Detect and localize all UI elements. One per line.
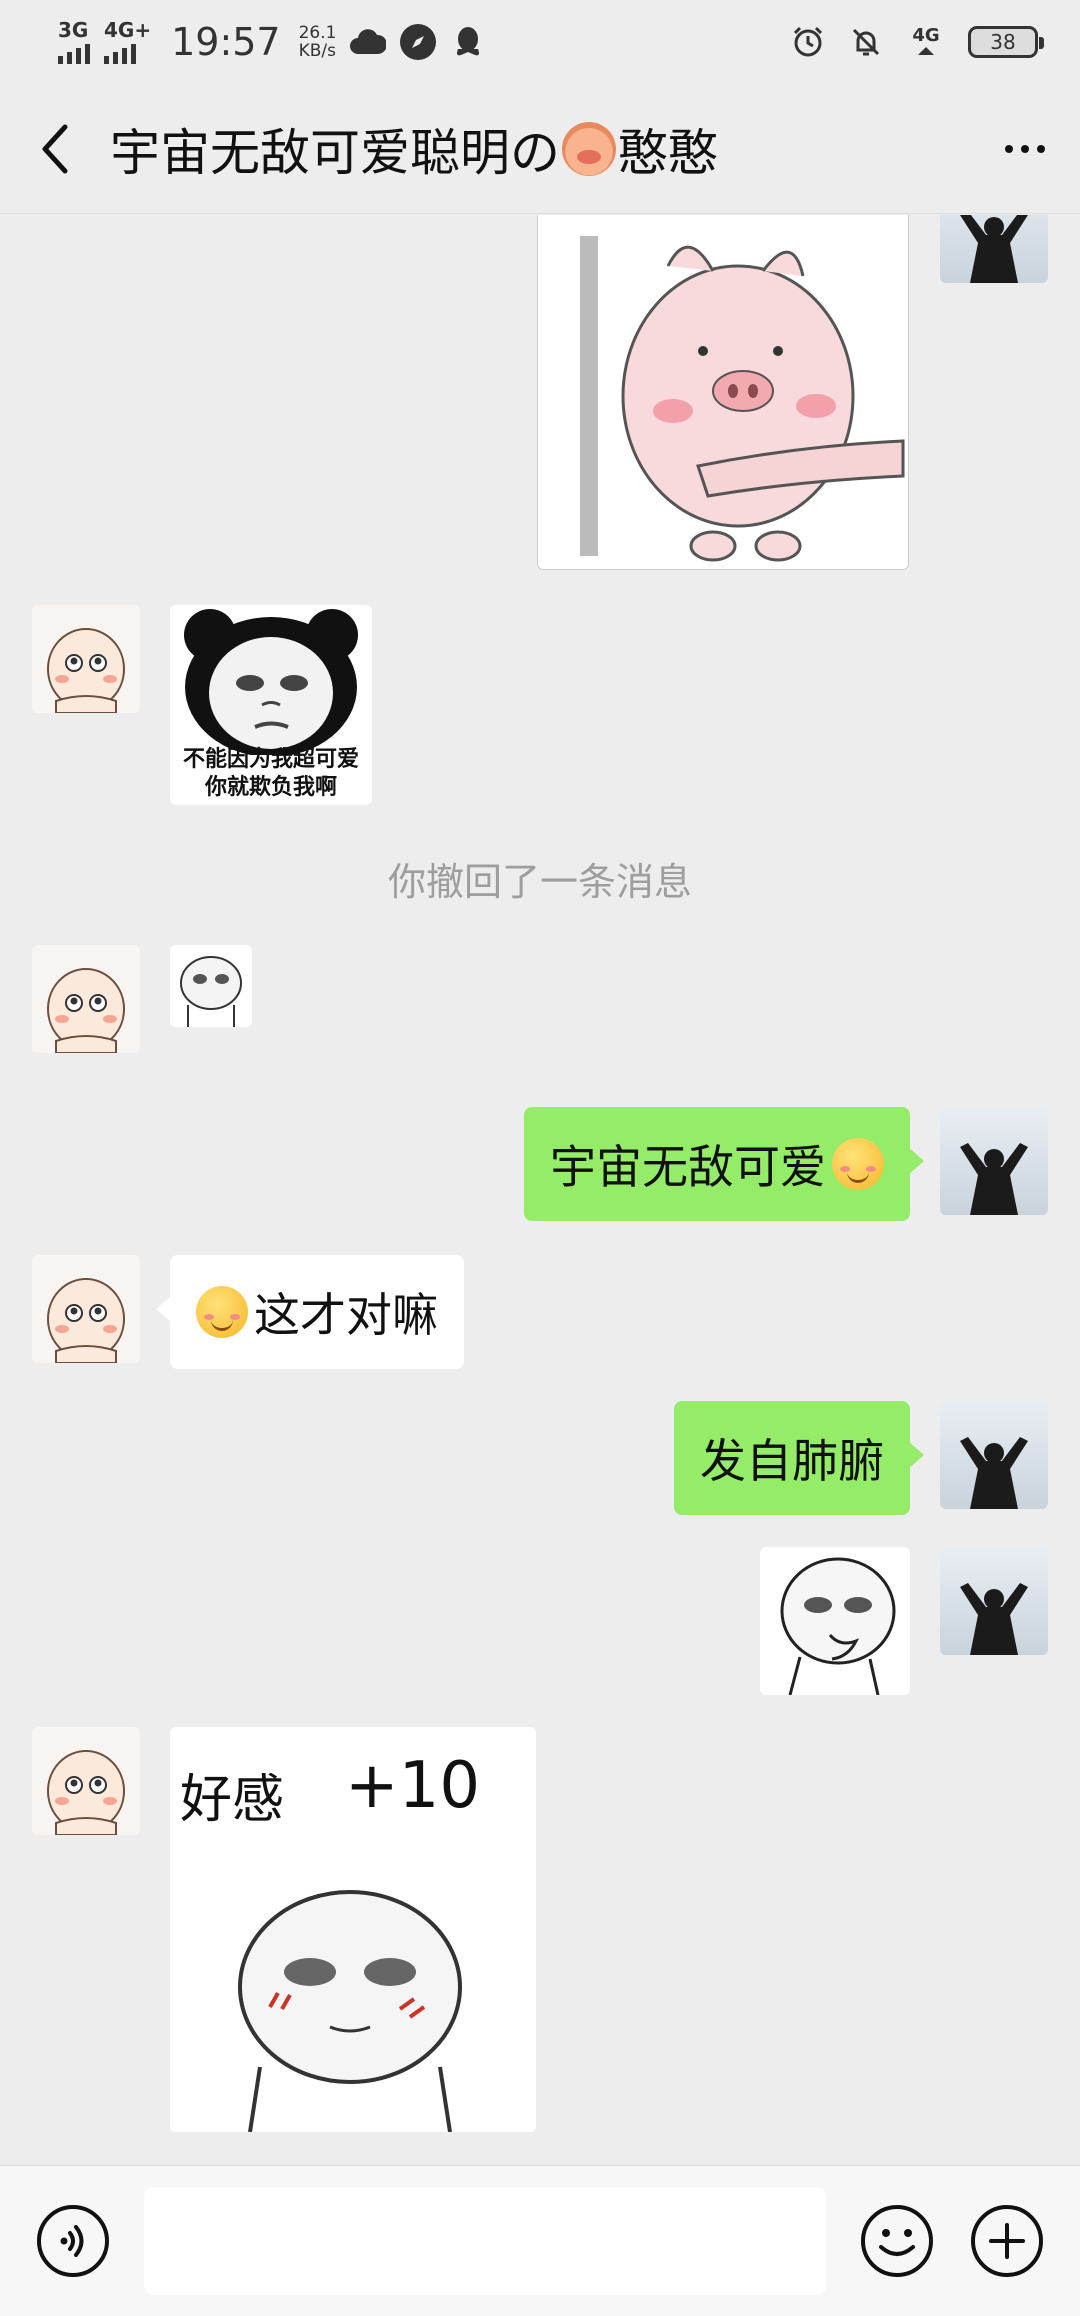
more-dot-icon: [1037, 144, 1045, 153]
back-button[interactable]: [0, 84, 110, 214]
my-message-bubble[interactable]: 宇宙无敌可爱: [524, 1107, 924, 1221]
my-avatar[interactable]: [940, 1107, 1048, 1215]
more-dot-icon: [1005, 144, 1013, 153]
alarm-icon: [790, 24, 826, 60]
contact-message-bubble[interactable]: 这才对嘛: [156, 1255, 464, 1369]
contact-avatar[interactable]: [32, 605, 140, 713]
contact-avatar[interactable]: [32, 945, 140, 1053]
emoji-icon: [861, 2205, 933, 2277]
compass-icon: [400, 24, 437, 60]
recall-notice: 你撤回了一条消息: [387, 860, 692, 904]
small-face-sticker[interactable]: [170, 945, 252, 1027]
pig-sticker-image[interactable]: [537, 215, 909, 570]
contact-avatar[interactable]: [32, 1727, 140, 1835]
more-dot-icon: [1021, 144, 1029, 153]
my-avatar[interactable]: [940, 1547, 1048, 1655]
speed-unit: KB/s: [298, 41, 337, 61]
message-input[interactable]: [144, 2187, 826, 2295]
cloud-icon: [350, 24, 387, 60]
input-toolbar: [0, 2165, 1080, 2316]
my-message-text: 发自肺腑: [700, 1434, 884, 1488]
battery-level: 38: [990, 30, 1016, 54]
more-functions-button[interactable]: [952, 2186, 1062, 2296]
network-label-1: 3G: [58, 18, 89, 42]
more-options-button[interactable]: [970, 84, 1080, 214]
pig-emoji-icon: [562, 121, 616, 176]
qq-icon: [450, 24, 486, 60]
chat-header: 宇宙无敌可爱聪明の 憨憨: [0, 84, 1080, 214]
status-bar: 3G 4G+ 19:57 26.1 KB/s 4G 38: [0, 0, 1080, 84]
contact-avatar[interactable]: [32, 1255, 140, 1363]
message-list[interactable]: 不能因为我超可爱 你就欺负我啊 你撤回了一条消息 宇宙无敌可爱 这才对嘛 发自肺…: [0, 215, 1080, 2165]
affection-plus-sticker[interactable]: 好感 +10: [170, 1727, 536, 2132]
mute-bell-icon: [848, 24, 884, 60]
chat-title: 宇宙无敌可爱聪明の 憨憨: [110, 113, 970, 185]
speed-value: 26.1: [298, 23, 337, 43]
network-speed: 26.1 KB/s: [299, 24, 337, 60]
signal-4g-icon: 4G: [906, 24, 946, 60]
voice-button[interactable]: [18, 2186, 128, 2296]
network-label-2: 4G+: [104, 18, 152, 42]
thinking-face-sticker[interactable]: [760, 1547, 910, 1695]
battery-icon: 38: [968, 26, 1044, 58]
signal-3g-icon: 3G: [58, 20, 90, 64]
signal-4g-plus-icon: 4G+: [104, 20, 151, 64]
panda-meme-sticker[interactable]: 不能因为我超可爱 你就欺负我啊: [170, 605, 372, 805]
emoji-button[interactable]: [842, 2186, 952, 2296]
right-network-label: 4G: [912, 25, 940, 46]
ok-hand-emoji-icon: [196, 1286, 248, 1338]
my-avatar[interactable]: [940, 1401, 1048, 1509]
affection-plus-value: +10: [345, 1749, 481, 1823]
smile-emoji-icon: [832, 1138, 884, 1190]
status-time: 19:57: [171, 20, 281, 64]
my-message-text: 宇宙无敌可爱: [550, 1140, 826, 1194]
my-message-bubble[interactable]: 发自肺腑: [674, 1401, 924, 1515]
chat-title-prefix: 宇宙无敌可爱聪明の: [110, 123, 560, 182]
contact-message-text: 这才对嘛: [254, 1288, 438, 1342]
plus-circle-icon: [971, 2205, 1043, 2277]
voice-icon: [37, 2205, 109, 2277]
chat-title-suffix: 憨憨: [618, 123, 718, 182]
panda-caption-2: 你就欺负我啊: [204, 775, 337, 800]
panda-caption-1: 不能因为我超可爱: [182, 747, 359, 772]
chevron-left-icon: [42, 124, 68, 173]
my-avatar[interactable]: [940, 215, 1048, 283]
affection-caption: 好感: [180, 1770, 285, 1830]
